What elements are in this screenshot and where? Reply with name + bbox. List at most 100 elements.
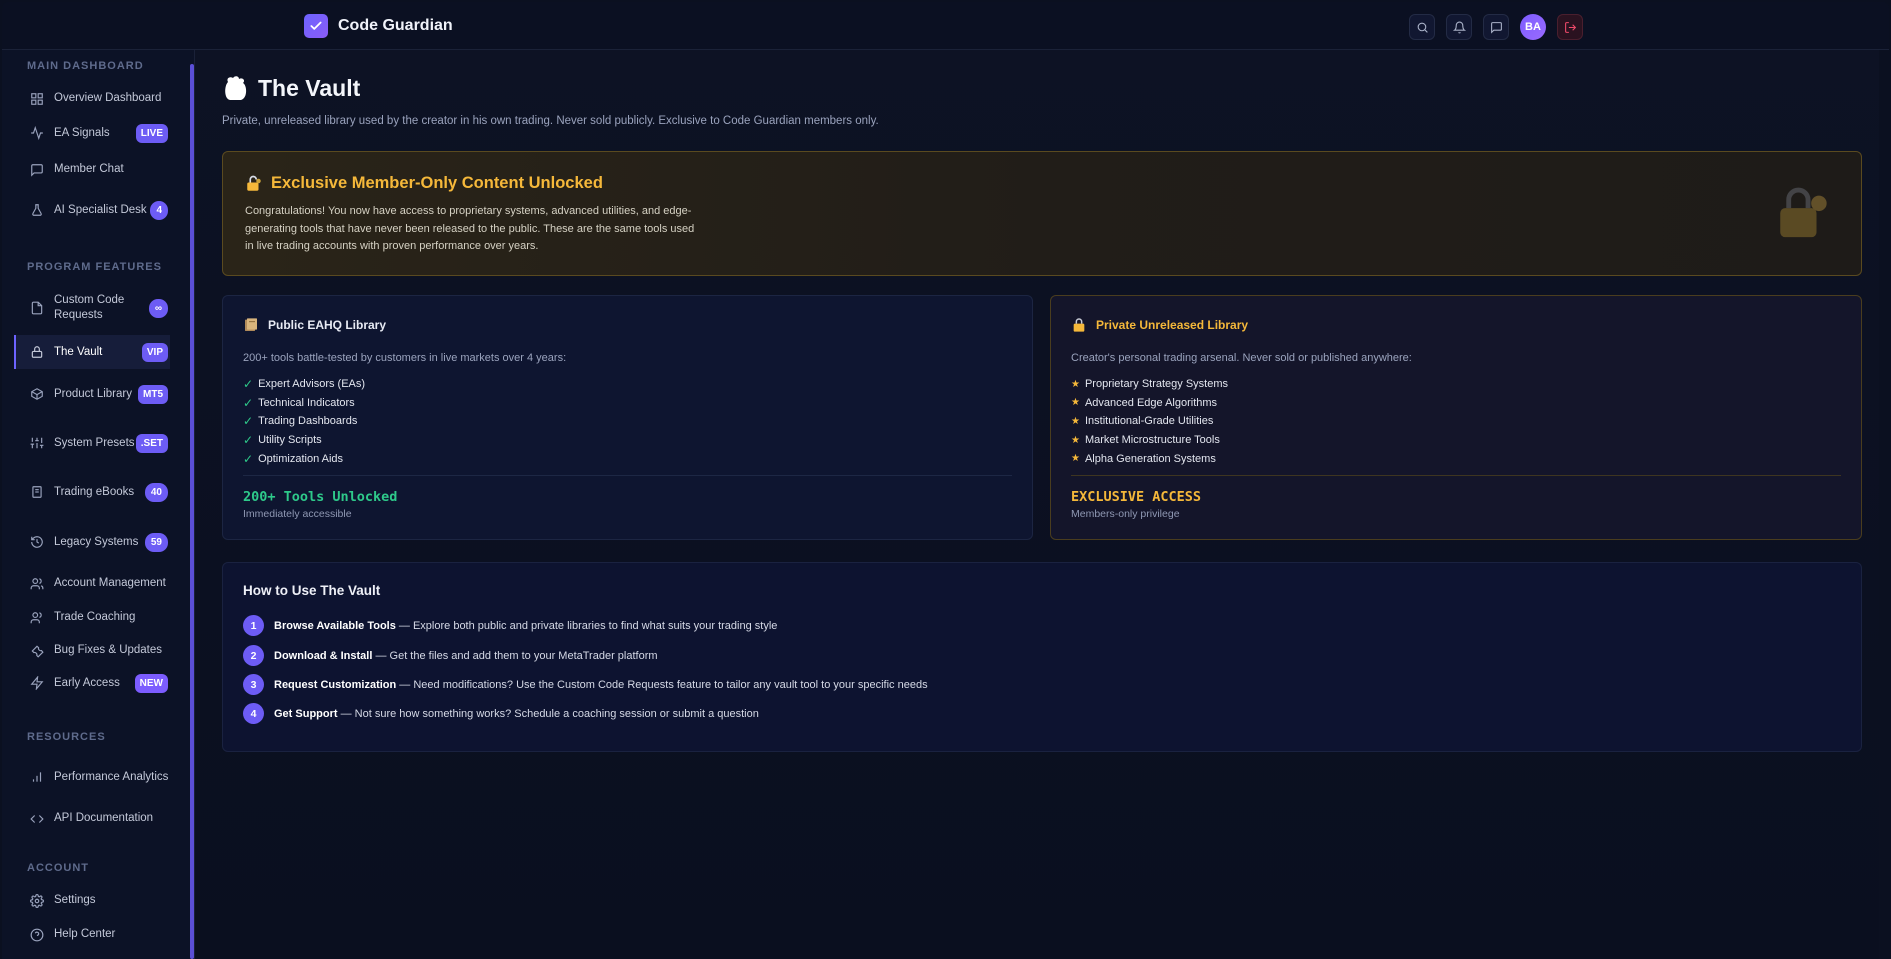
gear-icon (30, 893, 44, 908)
sidebar-item-help-center[interactable]: Help Center (14, 926, 170, 943)
list-item: ✓ Utility Scripts (243, 431, 365, 450)
sidebar-item-label: The Vault (54, 345, 103, 358)
list-item-label: Technical Indicators (258, 396, 355, 409)
count-badge: 4 (150, 200, 168, 220)
sidebar-item-system-presets[interactable]: System Presets .SET (14, 427, 170, 459)
star-icon: ★ (1071, 453, 1080, 465)
public-library-title-text: Public EAHQ Library (268, 318, 387, 332)
sidebar-item-performance-analytics[interactable]: Performance Analytics (14, 761, 170, 793)
sidebar-item-account-management[interactable]: Account Management (14, 575, 170, 592)
sidebar-item-ai-specialist-desk[interactable]: AI Specialist Desk 4 (14, 194, 170, 226)
private-library-title: Private Unreleased Library (1071, 317, 1248, 333)
sidebar-item-overview-dashboard[interactable]: Overview Dashboard (14, 90, 170, 107)
page-title: The Vault (222, 74, 360, 102)
sidebar-item-label: System Presets (54, 436, 135, 449)
list-item-label: Institutional-Grade Utilities (1084, 415, 1214, 428)
wrench-icon (31, 645, 44, 658)
step-text: Download & Install — Get the files and a… (274, 650, 658, 662)
public-library-list: ✓ Expert Advisors (EAs) ✓ Technical Indica… (243, 375, 365, 468)
app-name: Code Guardian (338, 17, 453, 34)
step-title: Download & Install (274, 649, 373, 662)
divider (1071, 475, 1841, 476)
vip-badge: VIP (141, 342, 168, 362)
brand[interactable]: Code Guardian (304, 14, 453, 38)
sidebar-item-api-documentation[interactable]: API Documentation (14, 810, 170, 827)
bolt-icon (30, 676, 44, 690)
sidebar-item-label: EA Signals (54, 126, 110, 139)
list-item: ✓ Trading Dashboards (243, 412, 365, 431)
list-item: ★ Market Microstructure Tools (1071, 431, 1228, 450)
sidebar-item-custom-code-requests[interactable]: Custom Code Requests ∞ (14, 292, 170, 324)
how-to-card: How to Use The Vault 1 Browse Available … (222, 562, 1862, 752)
sidebar-item-label: Product Library (54, 387, 132, 400)
page-title-text: The Vault (258, 74, 361, 101)
check-icon: ✓ (243, 377, 254, 392)
set-badge: .SET (135, 433, 168, 453)
sidebar-item-settings[interactable]: Settings (14, 892, 170, 909)
step-text: Browse Available Tools — Explore both pu… (274, 620, 777, 632)
sidebar-item-label: Trade Coaching (54, 611, 136, 623)
sidebar-item-legacy-systems[interactable]: Legacy Systems 59 (14, 526, 170, 558)
infinity-badge: ∞ (148, 298, 168, 318)
sidebar-item-trading-ebooks[interactable]: Trading eBooks 40 (14, 476, 170, 508)
public-library-description: 200+ tools battle-tested by customers in… (243, 352, 567, 364)
user-avatar[interactable]: BA (1520, 14, 1546, 40)
list-item-label: Expert Advisors (EAs) (258, 378, 366, 391)
star-icon: ★ (1071, 378, 1080, 390)
lock-icon (31, 346, 43, 358)
list-item-label: Proprietary Strategy Systems (1084, 378, 1229, 391)
sidebar-item-ea-signals[interactable]: EA Signals LIVE (14, 123, 170, 143)
sidebar-item-label: Performance Analytics (54, 770, 169, 783)
sidebar-item-member-chat[interactable]: Member Chat (14, 161, 170, 178)
sidebar-item-label: API Documentation (54, 812, 154, 824)
sliders-icon (30, 437, 44, 449)
sidebar-item-label: Settings (54, 894, 96, 906)
logout-icon (1564, 21, 1576, 33)
public-library-title: Public EAHQ Library (243, 317, 386, 333)
private-library-note: Members-only privilege (1071, 508, 1180, 520)
sidebar-item-the-vault[interactable]: The Vault VIP (14, 335, 170, 369)
star-icon: ★ (1071, 397, 1080, 409)
list-item: ★ Institutional-Grade Utilities (1071, 412, 1228, 431)
sidebar-item-label: Account Management (54, 577, 166, 589)
sidebar-item-bug-fixes-updates[interactable]: Bug Fixes & Updates (14, 642, 170, 659)
section-account: ACCOUNT (27, 862, 89, 874)
page-scrollbar[interactable] (1879, 50, 1889, 959)
private-library-card: Private Unreleased Library Creator's per… (1050, 295, 1862, 540)
sidebar-item-product-library[interactable]: Product Library MT5 (14, 378, 170, 410)
step-description: — Need modifications? Use the Custom Cod… (396, 678, 928, 691)
new-badge: NEW (134, 673, 168, 693)
section-resources: RESOURCES (27, 731, 106, 743)
step-text: Request Customization — Need modificatio… (274, 679, 928, 691)
notifications-button[interactable] (1446, 14, 1472, 40)
list-item-label: Utility Scripts (258, 434, 322, 447)
box-icon (31, 388, 43, 400)
sidebar-scrollbar[interactable] (190, 64, 194, 959)
sidebar-item-trade-coaching[interactable]: Trade Coaching (14, 609, 170, 626)
unlock-title-text: Exclusive Member-Only Content Unlocked (271, 174, 603, 192)
logout-button[interactable] (1557, 14, 1583, 40)
step-title: Request Customization (274, 678, 397, 691)
step-number: 2 (243, 645, 264, 666)
public-library-note: Immediately accessible (243, 508, 352, 520)
sidebar-item-label: Early Access (54, 676, 120, 689)
messages-button[interactable] (1483, 14, 1509, 40)
check-icon: ✓ (243, 395, 254, 410)
main-content: The Vault Private, unreleased library us… (197, 50, 1889, 959)
step-description: — Not sure how something works? Schedule… (337, 707, 759, 720)
step-item: 1 Browse Available Tools — Explore both … (243, 615, 777, 636)
lock-icon (1073, 318, 1085, 332)
top-bar: Code Guardian BA (2, 2, 1889, 50)
private-library-title-text: Private Unreleased Library (1096, 318, 1249, 332)
list-item: ★ Proprietary Strategy Systems (1071, 375, 1228, 394)
sidebar-item-early-access[interactable]: Early Access NEW (14, 673, 170, 693)
lock-watermark-icon (1773, 184, 1831, 247)
list-item-label: Optimization Aids (258, 452, 344, 465)
check-icon: ✓ (243, 451, 254, 466)
app-window: Code Guardian BA MAIN DASHBOARD Overview… (2, 2, 1889, 959)
step-number: 3 (243, 674, 264, 695)
divider (243, 475, 1012, 476)
public-library-card: Public EAHQ Library 200+ tools battle-te… (222, 295, 1033, 540)
list-item: ★ Alpha Generation Systems (1071, 449, 1228, 468)
search-button[interactable] (1409, 14, 1435, 40)
